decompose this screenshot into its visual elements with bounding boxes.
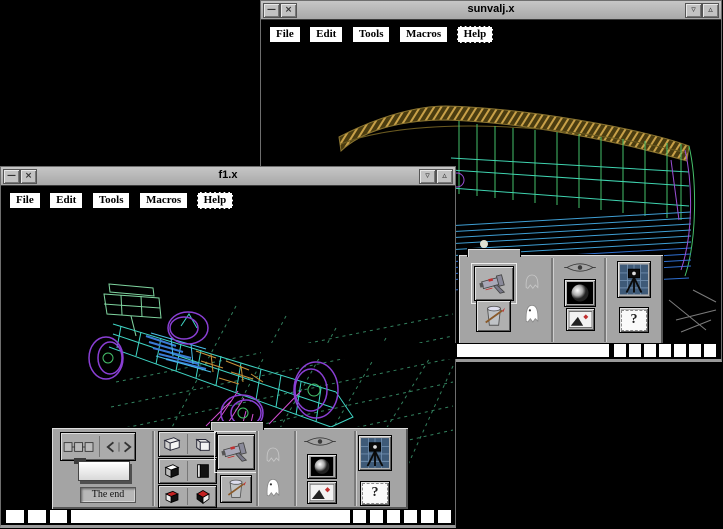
frame-slot[interactable] <box>353 510 366 523</box>
toolbox-f1: The end <box>51 427 409 510</box>
titlebar-bus[interactable]: — × sunvalj.x ▿ ▵ <box>261 1 721 20</box>
panel-divider <box>256 431 259 506</box>
window-title: sunvalj.x <box>261 3 721 15</box>
divider <box>187 434 188 453</box>
solid-mode-plate <box>158 458 217 484</box>
menu-macros[interactable]: Macros <box>139 192 188 209</box>
menu-help[interactable]: Help <box>457 26 494 43</box>
menubar-f1: File Edit Tools Macros Help <box>9 190 237 209</box>
frame-slot[interactable] <box>659 344 671 357</box>
help-button[interactable]: ? <box>619 307 649 333</box>
camera-tripod-icon <box>361 438 389 468</box>
jar-button[interactable] <box>220 475 252 503</box>
tool-gun-button[interactable] <box>474 266 514 301</box>
menubar-bus: File Edit Tools Macros Help <box>269 24 497 43</box>
panel-divider <box>152 431 155 506</box>
menu-macros[interactable]: Macros <box>399 26 448 43</box>
shaded-sphere-button[interactable] <box>307 454 337 479</box>
titlebar-f1[interactable]: — × f1.x ▿ ▵ <box>1 167 455 186</box>
menu-help[interactable]: Help <box>197 192 234 209</box>
menu-file[interactable]: File <box>9 192 41 209</box>
jar-button[interactable] <box>476 300 511 332</box>
maximize-button[interactable]: ▵ <box>702 3 719 18</box>
film-strip-icon[interactable] <box>63 440 95 454</box>
scene-image-button[interactable] <box>307 481 337 504</box>
jar-pencil-icon <box>482 303 506 329</box>
frame-slot[interactable] <box>674 344 686 357</box>
tool-gun-icon <box>478 270 510 298</box>
toolbox-bus: ? <box>458 254 664 346</box>
menu-tools[interactable]: Tools <box>352 26 391 43</box>
help-note-icon: ? <box>362 483 388 504</box>
ghost-icon[interactable] <box>521 299 543 325</box>
maximize-button[interactable]: ▵ <box>436 169 453 184</box>
scene-image-button[interactable] <box>566 308 595 331</box>
anim-controls-plate <box>60 432 136 461</box>
menu-edit[interactable]: Edit <box>49 192 83 209</box>
frame-slot[interactable] <box>6 510 24 523</box>
frame-strip-f1 <box>1 509 455 525</box>
frame-slot[interactable] <box>404 510 417 523</box>
scene-image-icon <box>310 484 334 501</box>
window-title: f1.x <box>1 169 455 181</box>
shade-button[interactable]: ▿ <box>419 169 436 184</box>
wire-mode-plate <box>158 431 217 457</box>
menu-edit[interactable]: Edit <box>309 26 343 43</box>
dark-slab-icon[interactable] <box>193 462 213 480</box>
tool-gun-icon <box>220 438 252 466</box>
frame-slot[interactable] <box>370 510 383 523</box>
divider <box>99 436 100 458</box>
frame-slot[interactable] <box>644 344 656 357</box>
jar-pencil-icon <box>225 477 247 501</box>
help-note-icon: ? <box>621 310 647 331</box>
camera-tripod-icon <box>620 264 648 295</box>
panel-divider <box>551 258 554 342</box>
ghost-outline-icon[interactable] <box>521 269 543 291</box>
solid-cube-icon[interactable] <box>162 462 182 480</box>
scene-image-icon <box>569 311 592 328</box>
shaded-sphere-button[interactable] <box>564 279 596 307</box>
frame-label: The end <box>80 487 136 503</box>
wire-cube-icon[interactable] <box>162 435 182 453</box>
material-mode-plate <box>158 485 217 508</box>
frame-slot[interactable] <box>387 510 400 523</box>
panel-divider <box>604 258 607 342</box>
frame-slot[interactable] <box>614 344 626 357</box>
camera-button[interactable] <box>617 261 651 298</box>
frame-slot[interactable] <box>421 510 434 523</box>
help-button[interactable]: ? <box>360 481 390 506</box>
nav-arrows-icon[interactable] <box>105 440 133 454</box>
panel-divider <box>354 431 357 506</box>
ghost-icon[interactable] <box>262 473 284 499</box>
shaded-sphere-icon <box>310 457 334 476</box>
tool-gun-button[interactable] <box>217 434 255 470</box>
timeline-slider[interactable] <box>78 461 130 481</box>
divider <box>187 488 188 505</box>
eye-ornament-icon[interactable] <box>304 435 336 448</box>
shaded-sphere-icon <box>567 282 593 304</box>
menu-tools[interactable]: Tools <box>92 192 131 209</box>
frame-slot[interactable] <box>689 344 701 357</box>
wire-box-icon[interactable] <box>193 435 213 453</box>
red-top-cube-alt-icon[interactable] <box>193 488 213 505</box>
red-top-cube-icon[interactable] <box>162 488 182 505</box>
camera-button[interactable] <box>358 435 392 471</box>
ghost-outline-icon[interactable] <box>262 442 284 464</box>
active-tool-tab <box>210 421 264 430</box>
active-tool-tab <box>467 248 521 257</box>
divider <box>187 461 188 480</box>
menu-file[interactable]: File <box>269 26 301 43</box>
frame-bar[interactable] <box>457 344 609 357</box>
panel-divider <box>294 431 297 506</box>
eye-ornament-icon[interactable] <box>564 261 596 274</box>
frame-slot[interactable] <box>438 510 451 523</box>
frame-slot[interactable] <box>629 344 641 357</box>
frame-slot[interactable] <box>50 510 67 523</box>
frame-slot[interactable] <box>704 344 716 357</box>
frame-bar[interactable] <box>71 510 350 523</box>
frame-strip-bus <box>261 343 721 359</box>
shade-button[interactable]: ▿ <box>685 3 702 18</box>
desktop: — × sunvalj.x ▿ ▵ File Edit Tools Macros… <box>0 0 723 529</box>
frame-slot[interactable] <box>28 510 46 523</box>
